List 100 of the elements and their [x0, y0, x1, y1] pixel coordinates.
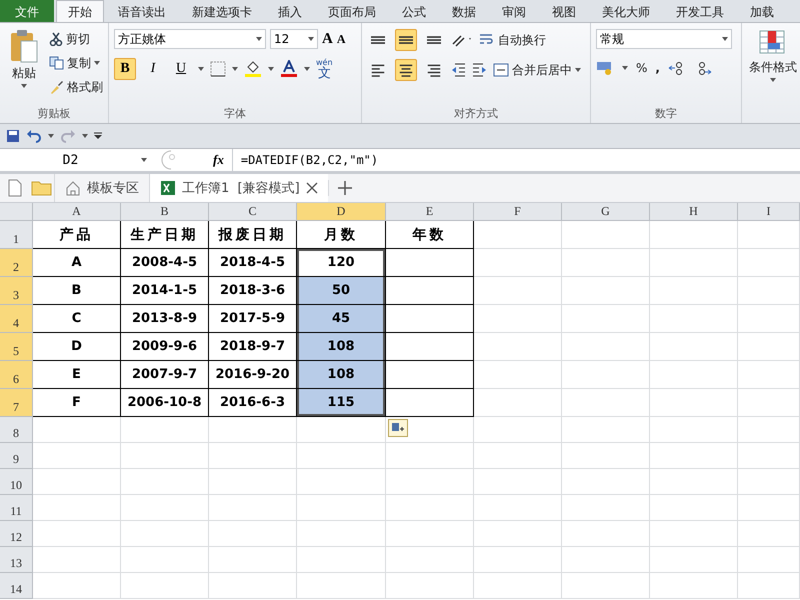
row-header[interactable]: 12 [0, 521, 33, 547]
column-header[interactable]: D [297, 203, 386, 221]
column-header[interactable]: G [562, 203, 650, 221]
cut-button[interactable]: 剪切 [49, 29, 103, 49]
conditional-format-button[interactable]: 条件格式 [747, 29, 799, 123]
column-header[interactable]: B [121, 203, 209, 221]
save-icon[interactable] [6, 129, 20, 143]
merge-center-button[interactable]: 合并后居中 [493, 60, 581, 80]
row-header[interactable]: 2 [0, 249, 33, 277]
italic-button[interactable]: I [142, 58, 164, 80]
empty-cell [738, 221, 800, 249]
table-cell: 2008-4-5 [121, 249, 209, 277]
row-header[interactable]: 9 [0, 443, 33, 469]
phonetic-guide-button[interactable]: wén 文 [316, 58, 333, 80]
table-cell: 50 [297, 277, 386, 305]
ribbon-tab[interactable]: 插入 [266, 0, 314, 22]
format-painter-button[interactable]: 格式刷 [49, 77, 103, 97]
bold-button[interactable]: B [114, 58, 136, 80]
column-header[interactable]: F [474, 203, 562, 221]
alignment-lines-icon [426, 35, 442, 45]
row-header[interactable]: 4 [0, 305, 33, 333]
insert-function-button[interactable]: fx [205, 152, 232, 168]
ribbon-tab[interactable]: 公式 [390, 0, 438, 22]
copy-button[interactable]: 复制 [49, 53, 103, 73]
percent-button[interactable]: % [636, 58, 648, 78]
paste-options-button[interactable] [388, 419, 408, 437]
align-center-button[interactable] [395, 59, 417, 81]
scissors-icon [49, 32, 63, 46]
borders-icon[interactable] [210, 61, 226, 77]
caret-icon [256, 37, 262, 41]
table-cell: E [33, 361, 121, 389]
file-tab[interactable]: 文件 [0, 0, 54, 22]
currency-icon[interactable] [596, 60, 614, 76]
empty-cell [738, 521, 800, 547]
row-header[interactable]: 1 [0, 221, 33, 249]
font-name-dropdown[interactable]: 方正姚体 [114, 29, 266, 49]
close-icon[interactable] [306, 182, 318, 194]
table-cell: 2018-4-5 [209, 249, 297, 277]
row-header[interactable]: 13 [0, 547, 33, 573]
fill-color-icon[interactable] [244, 60, 262, 78]
clipboard-icon [10, 29, 38, 63]
home-icon [65, 180, 81, 196]
ribbon-tab[interactable]: 加载 [738, 0, 786, 22]
empty-cell [738, 573, 800, 599]
paste-button[interactable]: 粘贴 [5, 29, 43, 105]
empty-cell [738, 333, 800, 361]
table-cell: B [33, 277, 121, 305]
comma-button[interactable]: , [655, 58, 660, 78]
underline-button[interactable]: U [170, 58, 192, 80]
ribbon-tab[interactable]: 开发工具 [664, 0, 736, 22]
caret-icon [48, 134, 54, 138]
table-cell: 45 [297, 305, 386, 333]
row-header[interactable]: 11 [0, 495, 33, 521]
wrap-text-button[interactable]: 自动换行 [479, 30, 546, 50]
column-title-cell: 生产日期 [121, 221, 209, 249]
grow-font-button[interactable]: A [322, 30, 333, 48]
font-size-dropdown[interactable]: 12 [270, 29, 318, 49]
indent-icon[interactable] [451, 62, 487, 78]
empty-cell [738, 277, 800, 305]
formula-field[interactable]: =DATEDIF(B2,C2,"m") [232, 149, 800, 171]
row-header[interactable]: 5 [0, 333, 33, 361]
row-header[interactable]: 7 [0, 389, 33, 417]
column-header[interactable]: E [386, 203, 474, 221]
group-label: 字体 [223, 106, 247, 122]
ribbon-tab[interactable]: 开始 [56, 0, 104, 22]
row-header[interactable]: 6 [0, 361, 33, 389]
column-title-cell: 报废日期 [209, 221, 297, 249]
table-cell: 2014-1-5 [121, 277, 209, 305]
number-format-dropdown[interactable]: 常规 [596, 29, 732, 49]
ribbon-tab[interactable]: 审阅 [490, 0, 538, 22]
row-header[interactable]: 14 [0, 573, 33, 599]
column-header[interactable]: I [738, 203, 800, 221]
column-header[interactable]: H [650, 203, 738, 221]
ribbon-tab[interactable]: 美化大师 [590, 0, 662, 22]
row-header[interactable]: 8 [0, 417, 33, 443]
ribbon-tab[interactable]: 视图 [540, 0, 588, 22]
column-header[interactable]: A [33, 203, 121, 221]
column-header[interactable]: C [209, 203, 297, 221]
name-box[interactable]: D2 [0, 152, 155, 168]
empty-cell [738, 443, 800, 469]
shrink-font-button[interactable]: A [336, 32, 346, 46]
ribbon-tab[interactable]: 语音读出 [106, 0, 178, 22]
caret-icon [232, 67, 238, 71]
document-tab[interactable]: 工作簿1 [兼容模式] [149, 174, 328, 202]
row-header[interactable]: 10 [0, 469, 33, 495]
copy-icon [49, 56, 64, 70]
align-middle-button[interactable] [395, 29, 417, 51]
font-color-icon[interactable] [280, 60, 298, 78]
table-cell: 2013-8-9 [121, 305, 209, 333]
empty-cell [738, 305, 800, 333]
row-header[interactable]: 3 [0, 277, 33, 305]
empty-cell [738, 389, 800, 417]
ribbon-tab[interactable]: 新建选项卡 [180, 0, 264, 22]
customize-icon[interactable] [94, 132, 102, 140]
ribbon-tab[interactable]: 页面布局 [316, 0, 388, 22]
undo-icon[interactable] [26, 129, 42, 143]
group-label: 数字 [654, 106, 678, 122]
ribbon-tab[interactable]: 数据 [440, 0, 488, 22]
caret-icon [304, 67, 310, 71]
spreadsheet-icon [160, 180, 176, 196]
